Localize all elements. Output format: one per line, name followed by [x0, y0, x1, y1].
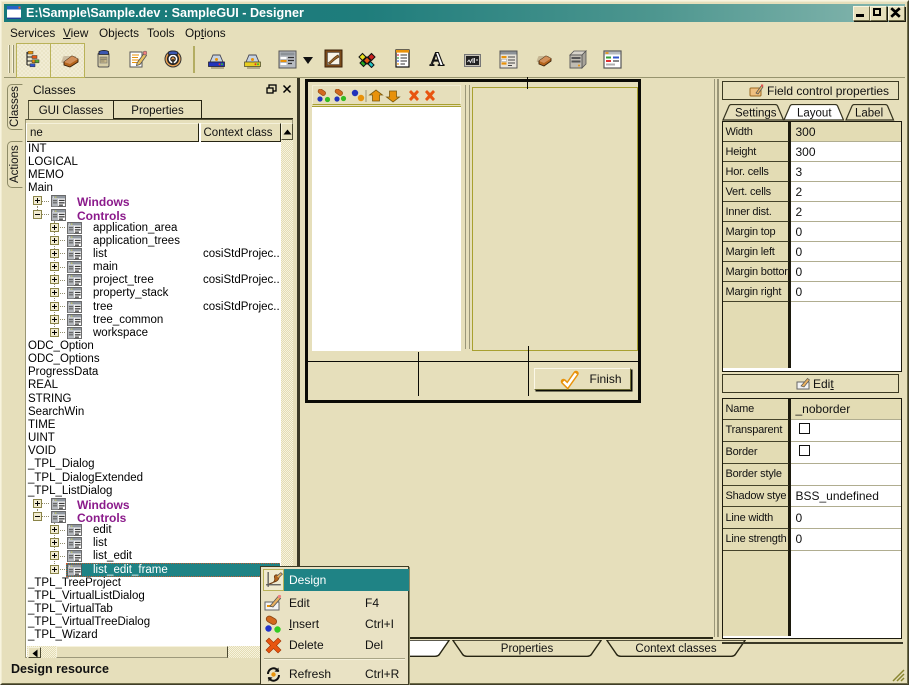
svg-text:A: A — [430, 49, 445, 68]
svg-text:Context classes: Context classes — [635, 643, 716, 655]
svg-text:Layout: Layout — [797, 108, 832, 120]
svg-text:Properties: Properties — [501, 643, 554, 655]
svg-text:Label: Label — [855, 108, 883, 120]
svg-text:Settings: Settings — [735, 108, 777, 120]
